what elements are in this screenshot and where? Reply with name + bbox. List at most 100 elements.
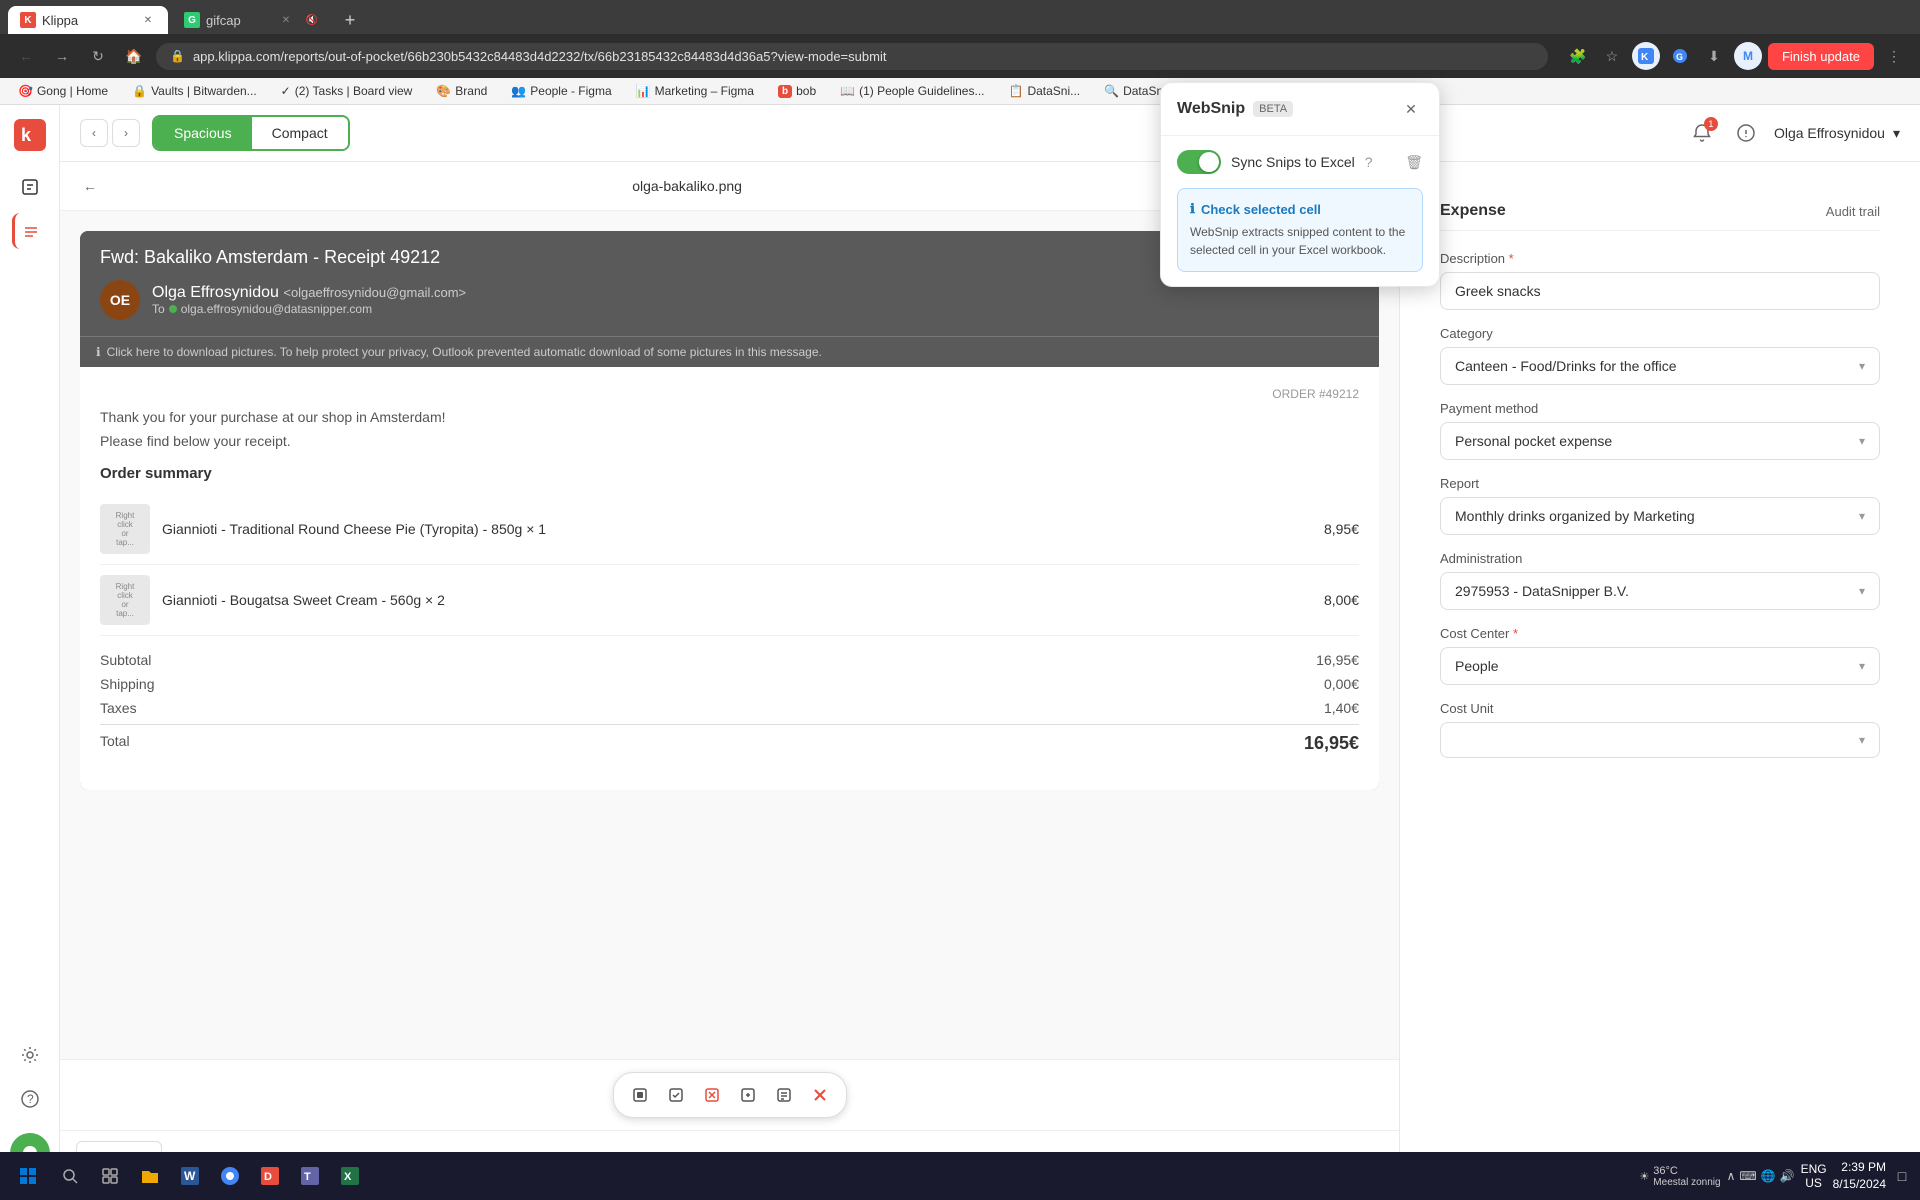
taskbar-excel[interactable]: X <box>332 1158 368 1194</box>
extension-profile[interactable]: M <box>1734 42 1762 70</box>
tab-klippa[interactable]: K Klippa ✕ <box>8 6 168 34</box>
report-select[interactable]: Monthly drinks organized by Marketing ▾ <box>1440 497 1880 535</box>
email-sender-info: Olga Effrosynidou <olgaeffrosynidou@gmai… <box>152 284 466 316</box>
notification-bell[interactable]: 1 <box>1686 117 1718 149</box>
weather-temp: 36°C <box>1653 1165 1720 1177</box>
taskbar-file-explorer[interactable] <box>132 1158 168 1194</box>
cost-center-chevron: ▾ <box>1859 659 1865 673</box>
new-tab-button[interactable]: + <box>336 6 364 34</box>
snip-cancel-btn[interactable] <box>696 1079 728 1111</box>
tray-up-icon[interactable]: ∧ <box>1727 1169 1736 1183</box>
snip-list-btn[interactable] <box>768 1079 800 1111</box>
description-field: Description * <box>1440 251 1880 310</box>
email-to-line: To olga.effrosynidou@datasnipper.com <box>152 302 466 316</box>
bookmark-bob[interactable]: b bob <box>772 82 822 100</box>
category-field: Category Canteen - Food/Drinks for the o… <box>1440 326 1880 385</box>
category-select[interactable]: Canteen - Food/Drinks for the office ▾ <box>1440 347 1880 385</box>
taskbar-chrome[interactable] <box>212 1158 248 1194</box>
item-price-2: 8,00€ <box>1324 592 1359 608</box>
extension-klippa[interactable]: K <box>1632 42 1660 70</box>
nav-bar: ← → ↻ 🏠 🔒 app.klippa.com/reports/out-of-… <box>0 34 1920 78</box>
bookmark-favicon-bob: b <box>778 85 792 98</box>
email-sender-name: Olga Effrosynidou <olgaeffrosynidou@gmai… <box>152 284 466 302</box>
administration-select[interactable]: 2975953 - DataSnipper B.V. ▾ <box>1440 572 1880 610</box>
sync-toggle[interactable] <box>1177 150 1221 174</box>
cost-unit-chevron: ▾ <box>1859 733 1865 747</box>
finish-update-button[interactable]: Finish update <box>1768 43 1874 70</box>
notification-center-btn[interactable]: □ <box>1892 1166 1912 1186</box>
compact-view-button[interactable]: Compact <box>252 117 348 149</box>
taskbar-task-view[interactable] <box>92 1158 128 1194</box>
doc-content: Fwd: Bakaliko Amsterdam - Receipt 49212 … <box>60 211 1399 1059</box>
help-icon[interactable]: ? <box>1365 154 1373 170</box>
user-profile[interactable]: Olga Effrosynidou ▾ <box>1774 125 1900 142</box>
tray-sound[interactable]: 🔊 <box>1780 1169 1795 1183</box>
sidebar-icon-list[interactable] <box>12 213 48 249</box>
taskbar-datasnipper[interactable]: D <box>252 1158 288 1194</box>
start-button[interactable] <box>8 1156 48 1196</box>
tray-network[interactable]: 🌐 <box>1761 1169 1776 1183</box>
home-button[interactable]: 🏠 <box>120 42 148 70</box>
report-field: Report Monthly drinks organized by Marke… <box>1440 476 1880 535</box>
back-button[interactable]: ← <box>12 42 40 70</box>
tab-close-gifcap[interactable]: ✕ <box>278 12 294 28</box>
tab-close-klippa[interactable]: ✕ <box>140 12 156 28</box>
info-circle-icon: ℹ <box>96 345 101 359</box>
report-label: Report <box>1440 476 1880 491</box>
cost-center-select[interactable]: People ▾ <box>1440 647 1880 685</box>
bookmark-tasks[interactable]: ✓ (2) Tasks | Board view <box>275 82 419 100</box>
address-bar[interactable]: 🔒 app.klippa.com/reports/out-of-pocket/6… <box>156 43 1548 70</box>
taskbar-search[interactable] <box>52 1158 88 1194</box>
tab-mute-gifcap[interactable]: 🔇 <box>304 12 320 28</box>
extension-btn-star[interactable]: ☆ <box>1598 42 1626 70</box>
snip-extract-btn[interactable] <box>732 1079 764 1111</box>
bookmark-datasnip[interactable]: 📋 DataSni... <box>1002 82 1086 100</box>
reload-button[interactable]: ↻ <box>84 42 112 70</box>
taskbar-teams[interactable]: T <box>292 1158 328 1194</box>
sidebar-icon-reports[interactable] <box>12 169 48 205</box>
cost-unit-select[interactable]: ▾ <box>1440 722 1880 758</box>
audit-trail-link[interactable]: Audit trail <box>1826 204 1880 219</box>
extension-btn-1[interactable]: 🧩 <box>1564 42 1592 70</box>
bookmark-favicon-gong: 🎯 <box>18 84 33 98</box>
forward-button[interactable]: → <box>48 42 76 70</box>
doc-filename-area: olga-bakaliko.png <box>112 178 1262 194</box>
snip-region-btn[interactable] <box>624 1079 656 1111</box>
toolbar-prev-btn[interactable]: ‹ <box>80 119 108 147</box>
svg-text:D: D <box>264 1171 272 1183</box>
websnip-close-btn[interactable]: ✕ <box>1399 97 1423 121</box>
item-image-1: Rightclickortap... <box>100 504 150 554</box>
bookmark-people-guidelines[interactable]: 📖 (1) People Guidelines... <box>834 82 990 100</box>
bookmark-vaults[interactable]: 🔒 Vaults | Bitwarden... <box>126 82 263 100</box>
delete-icon[interactable]: 🗑 <box>1405 154 1423 171</box>
total-value: 16,95€ <box>1304 733 1359 754</box>
find-below-text: Please find below your receipt. <box>100 433 1359 449</box>
description-input[interactable] <box>1440 272 1880 310</box>
bookmark-brand[interactable]: 🎨 Brand <box>430 82 493 100</box>
lock-icon: 🔒 <box>170 49 185 63</box>
bookmark-gong[interactable]: 🎯 Gong | Home <box>12 82 114 100</box>
extension-g[interactable]: G <box>1666 42 1694 70</box>
sidebar-icon-settings[interactable] <box>12 1037 48 1073</box>
spacious-view-button[interactable]: Spacious <box>154 117 252 149</box>
form-panel-inner: Expense Audit trail Description * Catego… <box>1420 182 1900 794</box>
bookmark-marketing[interactable]: 📊 Marketing – Figma <box>630 82 760 100</box>
payment-select[interactable]: Personal pocket expense ▾ <box>1440 422 1880 460</box>
toolbar-next-btn[interactable]: › <box>112 119 140 147</box>
snip-check-btn[interactable] <box>660 1079 692 1111</box>
bookmark-favicon-datasnip: 📋 <box>1008 84 1023 98</box>
sidebar-icon-help[interactable]: ? <box>12 1081 48 1117</box>
taskbar-word[interactable]: W <box>172 1158 208 1194</box>
extension-download[interactable]: ⬇ <box>1700 42 1728 70</box>
browser-menu-btn[interactable]: ⋮ <box>1880 42 1908 70</box>
tab-gifcap[interactable]: G gifcap ✕ 🔇 <box>172 6 332 34</box>
doc-prev-btn[interactable]: ← <box>76 172 104 200</box>
snip-toolbar-close[interactable] <box>804 1079 836 1111</box>
total-label: Total <box>100 733 130 754</box>
description-label: Description * <box>1440 251 1880 266</box>
sidebar-logo[interactable]: k <box>12 117 48 153</box>
snip-tools <box>613 1072 847 1118</box>
tray-keyboard[interactable]: ⌨ <box>1739 1169 1756 1183</box>
bookmark-people-figma[interactable]: 👥 People - Figma <box>505 82 617 100</box>
alerts-icon[interactable] <box>1730 117 1762 149</box>
